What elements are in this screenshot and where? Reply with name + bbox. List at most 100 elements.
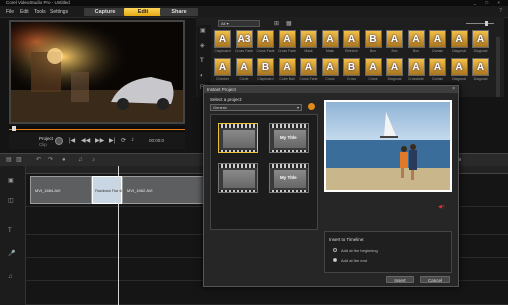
title-thumbnail[interactable]: B <box>257 58 274 76</box>
title-thumbnail[interactable]: A <box>278 30 296 48</box>
view-icon[interactable]: ▦ <box>286 20 292 27</box>
title-icon[interactable]: T <box>200 58 204 64</box>
project-mode-label[interactable]: Project <box>39 136 53 141</box>
thumbnail-glyph: A <box>304 61 313 73</box>
title-thumbnail[interactable]: A <box>300 58 317 76</box>
tab-share[interactable]: Share <box>160 8 198 16</box>
thumbnail-glyph: B <box>369 33 377 45</box>
title-thumbnail[interactable]: A <box>472 58 489 76</box>
menu-settings[interactable]: Settings <box>50 6 68 18</box>
thumbnail-glyph: A <box>412 61 420 73</box>
title-thumbnail[interactable]: A <box>407 30 425 48</box>
thumbnail-label: Diagonal <box>473 49 488 53</box>
zoom-slider[interactable] <box>466 23 494 24</box>
auto-music-icon[interactable]: ♪ <box>92 157 95 163</box>
template-thumbnail[interactable]: My Title <box>269 123 309 153</box>
repeat-icon[interactable]: ⟳ <box>121 137 126 144</box>
tab-capture[interactable]: Capture <box>84 8 126 16</box>
zoom-slider-handle[interactable] <box>485 21 488 26</box>
radio-add-end[interactable] <box>333 258 337 262</box>
volume-mute-icon[interactable]: ◀× <box>438 204 445 210</box>
title-thumbnail[interactable]: A <box>364 58 382 76</box>
title-thumbnail[interactable]: A <box>214 30 231 48</box>
thumbnail-label: Circle <box>239 77 249 81</box>
undo-icon[interactable]: ↶ <box>36 157 41 163</box>
thumbnail-label: Mask <box>304 49 313 53</box>
thumbnail-label: Checker <box>215 77 230 81</box>
volume-icon[interactable]: ♪ <box>131 137 134 143</box>
storyboard-view-icon[interactable]: ▤ <box>6 157 12 163</box>
previous-icon[interactable]: ◀◀ <box>81 137 90 144</box>
template-thumbnail[interactable] <box>218 123 258 153</box>
import-icon[interactable] <box>308 103 315 110</box>
title-thumbnail[interactable]: A <box>450 30 468 48</box>
radio-add-beginning[interactable] <box>333 248 337 252</box>
menu-tools[interactable]: Tools <box>34 6 46 18</box>
tab-share-label: Share <box>171 9 187 15</box>
end-icon[interactable]: ▶| <box>109 137 115 144</box>
menu-file[interactable]: File <box>6 6 14 18</box>
title-thumbnail[interactable]: A <box>321 58 339 76</box>
title-thumbnail[interactable]: B <box>364 30 382 48</box>
template-caption: My Title <box>280 135 297 140</box>
audio-mixer-icon[interactable]: ♫ <box>78 157 83 163</box>
play-button[interactable] <box>55 137 63 145</box>
preview-frame-image <box>11 22 183 122</box>
title-thumbnail[interactable]: A <box>429 30 446 48</box>
media-icon[interactable]: ▣ <box>200 28 206 34</box>
scrubber-handle[interactable] <box>12 126 16 131</box>
tab-edit[interactable]: Edit <box>124 8 162 16</box>
add-beginning-label: Add at the beginning <box>341 248 378 253</box>
timeline-view-icon[interactable]: ▥ <box>16 157 22 163</box>
title-thumbnail[interactable]: A <box>472 30 489 48</box>
title-thumbnail[interactable]: A <box>407 58 425 76</box>
timecode-display[interactable]: 00:00:0 <box>149 138 164 143</box>
redo-icon[interactable]: ↷ <box>48 157 53 163</box>
record-capture-icon[interactable]: ● <box>62 157 66 163</box>
thumbnail-label: Retrieve <box>344 49 359 53</box>
library-filter-value: All <box>221 21 226 26</box>
help-icon[interactable]: ? <box>499 8 502 14</box>
title-thumbnail[interactable]: A <box>450 58 468 76</box>
home-icon[interactable]: |◀ <box>69 137 75 144</box>
close-icon[interactable]: × <box>452 86 455 92</box>
graphic-icon[interactable]: ◐ <box>200 73 204 79</box>
thumbnail-label: Clapboard <box>257 77 274 81</box>
title-thumbnail[interactable]: A <box>214 58 231 76</box>
clip-mode-label[interactable]: Clip <box>39 142 47 147</box>
menu-edit[interactable]: Edit <box>20 6 29 18</box>
title-thumbnail[interactable]: A <box>235 58 253 76</box>
title-thumbnail[interactable]: B <box>343 58 360 76</box>
video-clip[interactable]: MVI_1664.AVI <box>30 176 92 204</box>
thumbnail-label: Box <box>412 49 420 53</box>
cancel-button[interactable]: Cancel <box>420 276 450 283</box>
title-thumbnail[interactable]: A <box>429 58 446 76</box>
video-preview[interactable] <box>9 20 185 124</box>
next-icon[interactable]: ▶▶ <box>95 137 104 144</box>
music-track-icon: ♫ <box>8 274 13 280</box>
timeline-playhead[interactable] <box>118 166 119 305</box>
template-thumbnail[interactable] <box>218 163 258 193</box>
title-thumbnail[interactable]: A <box>343 30 360 48</box>
library-filter-dropdown[interactable]: All ▾ <box>218 20 260 27</box>
transition-icon[interactable]: ◈ <box>200 43 205 49</box>
thumbnail-glyph: A <box>283 33 291 45</box>
title-thumbnail[interactable]: A <box>386 58 403 76</box>
track-headers: ▣ ◫ T 🎤 ♫ <box>0 166 26 305</box>
title-thumbnail[interactable]: A3 <box>235 30 253 48</box>
thumbnail-label: Cross <box>325 77 335 81</box>
template-thumbnail[interactable]: My Title <box>269 163 309 193</box>
title-thumbnail[interactable]: A <box>278 58 296 76</box>
title-thumbnail[interactable]: A <box>386 30 403 48</box>
title-thumbnail[interactable]: A <box>321 30 339 48</box>
title-thumbnail[interactable]: A <box>300 30 317 48</box>
project-category-dropdown[interactable]: Generic ▾ <box>210 104 302 111</box>
title-thumbnail[interactable]: A <box>257 30 274 48</box>
thumbnail-glyph: A <box>218 61 227 73</box>
preview-beach-image <box>326 102 450 190</box>
add-folder-icon[interactable]: ⊞ <box>274 20 279 27</box>
playback-controls: Project Clip |◀ ◀◀ ▶▶ ▶| ⟳ ♪ 00:00:0 <box>9 133 185 149</box>
insert-button[interactable]: Insert <box>386 276 414 283</box>
library-scrollbar[interactable] <box>496 37 500 97</box>
voice-track-icon: 🎤 <box>8 251 16 257</box>
